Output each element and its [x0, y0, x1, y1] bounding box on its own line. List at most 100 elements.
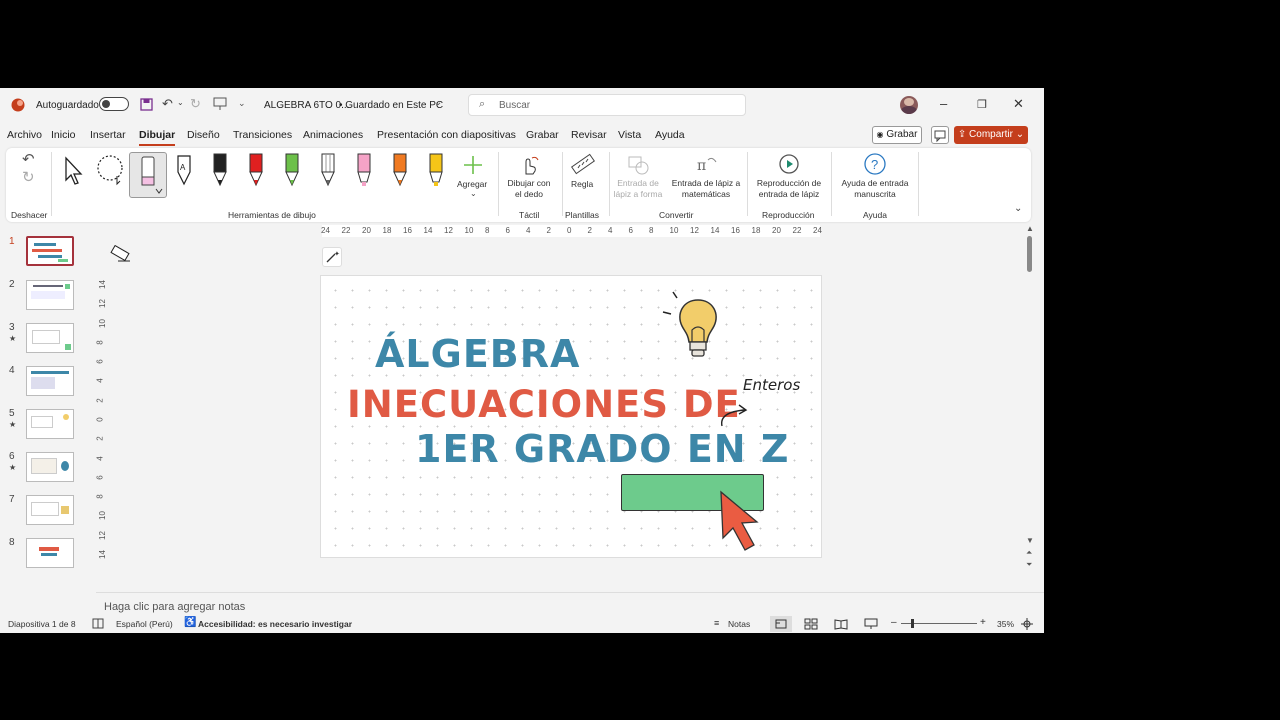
- normal-view-button[interactable]: [770, 616, 792, 632]
- accessibility-icon[interactable]: ♿: [184, 617, 196, 628]
- slide-thumbnail[interactable]: [26, 495, 74, 525]
- add-pen-chevron-icon[interactable]: ⌄: [470, 189, 477, 198]
- ribbon-redo-icon[interactable]: ↻: [22, 168, 35, 186]
- tab-grabar[interactable]: Grabar: [526, 129, 559, 141]
- slide-sorter-icon[interactable]: [804, 618, 818, 630]
- slide-thumbnail[interactable]: [26, 280, 74, 310]
- vertical-scrollbar[interactable]: ▲ ▼ ⏶ ⏷: [1025, 224, 1035, 573]
- ruler-tick-label: 10: [97, 511, 107, 521]
- zoom-out-icon[interactable]: –: [891, 617, 897, 628]
- slide-thumbnail[interactable]: [26, 366, 74, 396]
- add-pen-icon[interactable]: [462, 154, 484, 176]
- slide-title-inecuaciones[interactable]: INECUACIONES DE: [347, 383, 741, 426]
- accessibility-status[interactable]: Accesibilidad: es necesario investigar: [198, 619, 352, 629]
- notes-placeholder[interactable]: Haga clic para agregar notas: [104, 601, 245, 613]
- tab-presentacion[interactable]: Presentación con diapositivas: [377, 129, 516, 141]
- slide-thumbnail[interactable]: [26, 236, 74, 266]
- tab-insertar[interactable]: Insertar: [90, 129, 126, 141]
- reading-view-icon[interactable]: [834, 618, 848, 630]
- tab-inicio[interactable]: Inicio: [51, 129, 76, 141]
- pen-6-icon[interactable]: [390, 152, 410, 188]
- slide-title-grado[interactable]: 1ER GRADO EN Z: [415, 427, 789, 471]
- ink-replay-icon[interactable]: [777, 152, 801, 176]
- ruler-icon[interactable]: [570, 152, 596, 178]
- help-label[interactable]: Ayuda de entrada manuscrita: [836, 178, 914, 200]
- save-icon[interactable]: [140, 98, 153, 111]
- tab-dibujar[interactable]: Dibujar: [139, 129, 176, 146]
- cursor-arrow-icon[interactable]: [717, 488, 767, 554]
- enteros-annotation[interactable]: Enteros: [743, 376, 800, 394]
- notes-toggle[interactable]: Notas: [728, 619, 750, 629]
- slide-thumbnail[interactable]: [26, 452, 74, 482]
- fit-to-window-icon[interactable]: [1021, 618, 1033, 630]
- tab-archivo[interactable]: Archivo: [7, 129, 42, 141]
- zoom-level[interactable]: 35%: [997, 619, 1014, 629]
- minimize-icon[interactable]: –: [940, 96, 947, 111]
- slide-canvas[interactable]: ÁLGEBRA INECUACIONES DE 1ER GRADO EN Z E…: [320, 275, 822, 558]
- comments-button[interactable]: [931, 126, 949, 144]
- pen-3-icon[interactable]: [282, 152, 302, 188]
- designer-button[interactable]: ✦: [322, 247, 342, 267]
- draw-touch-icon[interactable]: [518, 154, 540, 176]
- language-indicator[interactable]: Español (Perú): [116, 619, 173, 629]
- close-icon[interactable]: ✕: [1013, 96, 1024, 112]
- share-button[interactable]: ⇪ Compartir ⌄: [954, 126, 1028, 144]
- scroll-thumb[interactable]: [1027, 236, 1032, 272]
- avatar[interactable]: [900, 96, 918, 114]
- ink-replay-label[interactable]: Reproducción de entrada de lápiz: [751, 178, 827, 200]
- pen-2-icon[interactable]: [246, 152, 266, 188]
- add-pen-label[interactable]: Agregar: [457, 179, 487, 189]
- previous-slide-icon[interactable]: ⏶: [1026, 548, 1032, 558]
- search-box[interactable]: ⌕ Buscar: [468, 94, 746, 116]
- help-icon[interactable]: ?: [863, 152, 887, 176]
- ruler-label[interactable]: Regla: [571, 179, 593, 189]
- undo-dropdown-icon[interactable]: ⌄: [177, 98, 184, 107]
- tab-animaciones[interactable]: Animaciones: [303, 129, 363, 141]
- slideshow-icon[interactable]: [864, 618, 878, 630]
- presenter-icon[interactable]: [213, 97, 227, 111]
- tab-ayuda[interactable]: Ayuda: [655, 129, 685, 141]
- ink-to-math-label[interactable]: Entrada de lápiz a matemáticas: [666, 178, 746, 200]
- file-name[interactable]: ALGEBRA 6TO 0...: [264, 100, 349, 111]
- draw-touch-label[interactable]: Dibujar con el dedo: [504, 178, 554, 200]
- tab-vista[interactable]: Vista: [618, 129, 641, 141]
- slide-thumbnail[interactable]: [26, 538, 74, 568]
- lightbulb-icon[interactable]: [659, 290, 729, 370]
- ribbon-collapse-icon[interactable]: ⌄: [1014, 203, 1022, 214]
- file-menu-chevron-icon[interactable]: ⌄: [434, 97, 442, 108]
- pen-1-icon[interactable]: [210, 152, 230, 188]
- horizontal-ruler[interactable]: 24 22 20 18 16 14 12 10 8 6 4 2 0 2 4 6 8 10 12 14 16 18 20 22 2…: [321, 225, 822, 237]
- customize-toolbar-icon[interactable]: ⌄: [238, 98, 246, 109]
- next-slide-icon[interactable]: ⏷: [1026, 560, 1032, 570]
- ruler-tick-label: 14: [97, 280, 107, 289]
- spelling-book-icon[interactable]: [92, 618, 104, 630]
- ribbon-undo-icon[interactable]: ↶: [22, 150, 35, 168]
- undo-icon[interactable]: ↶: [162, 96, 173, 112]
- tab-diseno[interactable]: Diseño: [187, 129, 220, 141]
- tab-revisar[interactable]: Revisar: [571, 129, 607, 141]
- autosave-toggle[interactable]: [99, 97, 129, 111]
- zoom-slider-thumb[interactable]: [911, 619, 914, 628]
- tab-transiciones[interactable]: Transiciones: [233, 129, 292, 141]
- scroll-up-icon[interactable]: ▲: [1026, 224, 1034, 233]
- slide-thumbnail[interactable]: [26, 323, 74, 353]
- slide-thumbnail[interactable]: [26, 409, 74, 439]
- select-arrow-icon[interactable]: [63, 156, 85, 186]
- pen-4-icon[interactable]: [318, 152, 338, 188]
- notes-icon[interactable]: ≡: [714, 618, 719, 628]
- lasso-select-icon[interactable]: [95, 154, 127, 186]
- powerpoint-logo-icon: [11, 98, 25, 112]
- pen-5-icon[interactable]: [354, 152, 374, 188]
- ruler-tick-label: 6: [505, 226, 510, 235]
- vertical-ruler[interactable]: 14 12 10 8 6 4 2 0 2 4 6 8 10 12 14: [96, 276, 110, 633]
- eraser-tool[interactable]: [129, 152, 167, 198]
- redo-icon[interactable]: ↻: [190, 96, 201, 112]
- zoom-in-icon[interactable]: +: [980, 617, 986, 628]
- slide-title-algebra[interactable]: ÁLGEBRA: [375, 332, 580, 376]
- pen-7-icon[interactable]: [426, 152, 446, 188]
- record-button[interactable]: ◉ Grabar: [872, 126, 922, 144]
- restore-icon[interactable]: ❐: [977, 98, 987, 111]
- scroll-down-icon[interactable]: ▼: [1026, 536, 1034, 545]
- ink-to-math-icon[interactable]: π: [694, 154, 722, 176]
- action-pen-icon[interactable]: A: [174, 152, 194, 186]
